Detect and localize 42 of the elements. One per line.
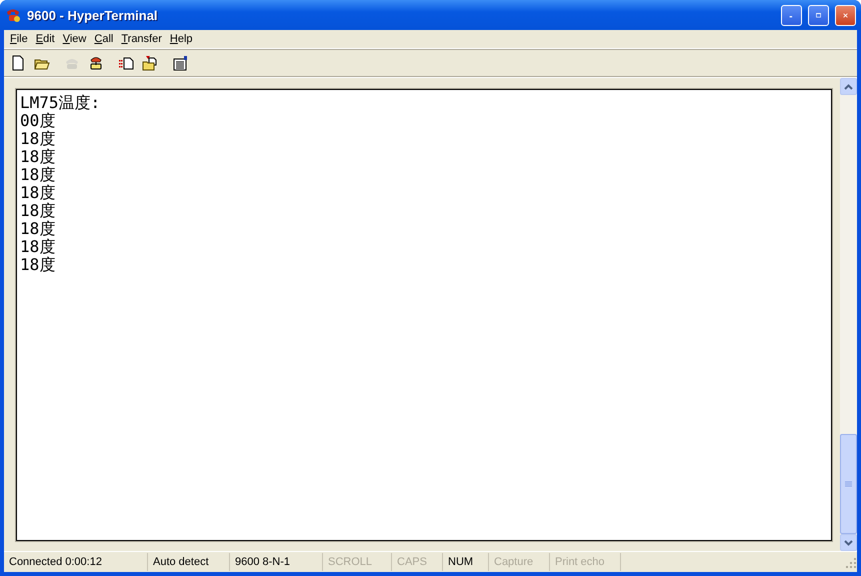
terminal-line: 18度 [20,184,56,202]
menu-item[interactable]: Edit [32,33,59,45]
status-field: Print echo [550,553,621,571]
terminal-line: 00度 [20,112,56,130]
terminal-line: 18度 [20,130,56,148]
terminal-line: 18度 [20,256,56,274]
terminal-line: 18度 [20,238,56,256]
resize-grip-icon[interactable] [845,557,857,569]
terminal-line: LM75温度: [20,94,100,112]
terminal-line: 18度 [20,166,56,184]
folder-icon [34,60,50,70]
new-file-icon [12,56,24,70]
terminal-line: 18度 [20,202,56,220]
minimize-button[interactable] [781,4,802,26]
maximize-icon [816,12,821,17]
menu-item[interactable]: Transfer [117,33,166,45]
menu-item[interactable]: Help [166,33,197,45]
scrollbar[interactable] [840,78,857,551]
phone-icon [90,57,102,70]
grip-icon [845,480,852,488]
maximize-button[interactable] [808,4,829,26]
menu-item[interactable]: File [6,33,32,45]
status-field: CAPS [392,553,443,571]
send-file-icon [119,58,134,70]
status-field: 9600 8-N-1 [230,553,323,571]
close-button[interactable] [835,4,856,26]
phone-icon [66,59,78,69]
properties-icon [174,56,187,70]
receive-file-icon [142,56,156,70]
terminal-line: 18度 [20,148,56,166]
menu-item[interactable]: View [58,33,90,45]
close-icon [843,12,848,18]
status-field: NUM [443,553,489,571]
status-field: SCROLL [323,553,392,571]
status-field: Auto detect [148,553,230,571]
status-field: Connected 0:00:12 [4,553,148,571]
window-title: 9600 - HyperTerminal [27,8,159,22]
minimize-icon [790,16,792,17]
menu-item[interactable]: Call [90,33,118,45]
terminal-line: 18度 [20,220,56,238]
status-field: Capture [489,553,550,571]
phone-icon [7,10,20,22]
